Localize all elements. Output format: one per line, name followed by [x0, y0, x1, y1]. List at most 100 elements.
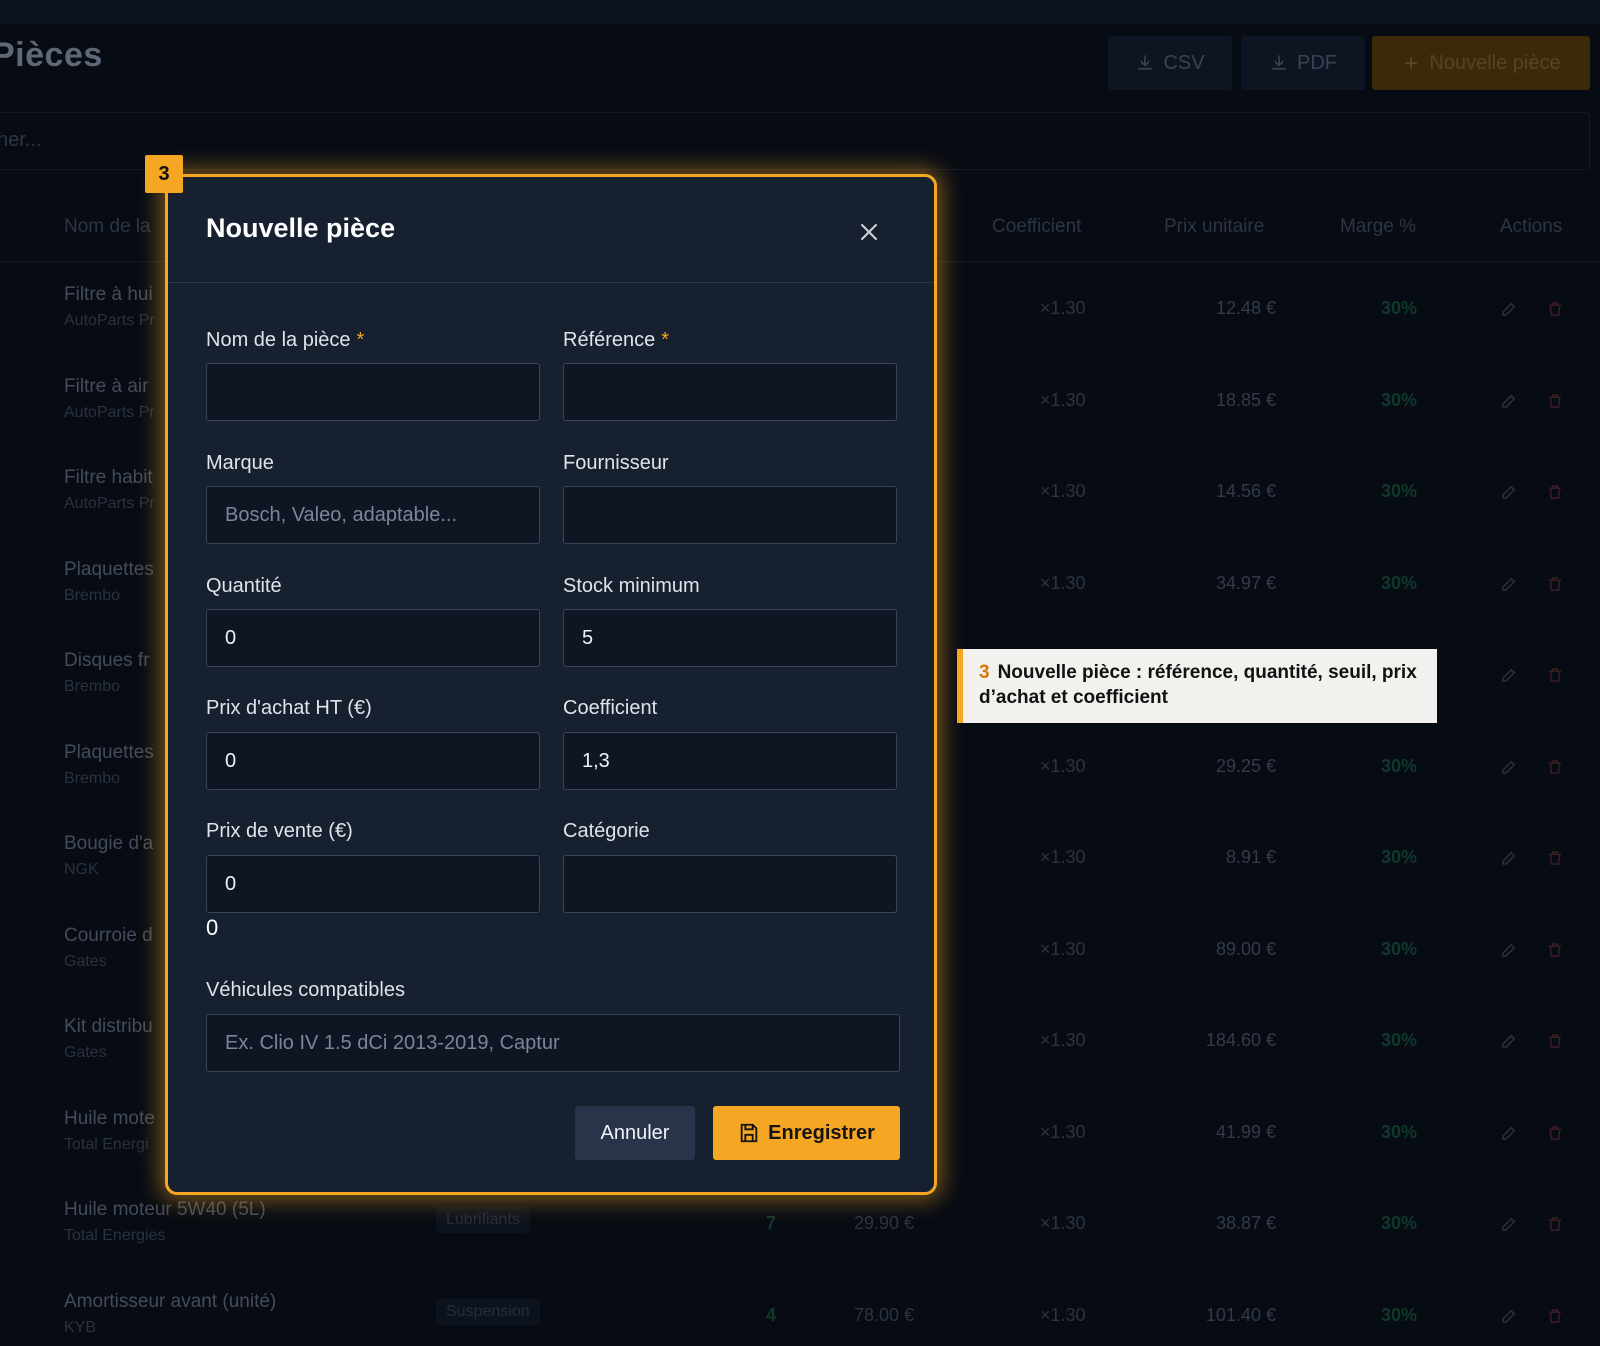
export-csv-button[interactable]: CSV [1108, 36, 1232, 90]
supplier-input[interactable] [563, 486, 897, 544]
export-pdf-button[interactable]: PDF [1241, 36, 1365, 90]
row-name: Plaquettes [64, 558, 154, 580]
modal-title: Nouvelle pièce [206, 213, 396, 243]
row-coefficient: ×1.30 [1040, 1121, 1086, 1142]
row-unit-price: 34.97 € [1215, 572, 1276, 593]
page-title: Pièces [0, 36, 103, 74]
stock-min-input[interactable] [563, 609, 897, 667]
row-unit-price: 18.85 € [1215, 389, 1276, 410]
edit-icon[interactable] [1500, 849, 1518, 867]
edit-icon[interactable] [1500, 575, 1518, 593]
trash-icon[interactable] [1546, 666, 1564, 684]
row-name: Bougie d'a [64, 833, 154, 854]
row-margin: 30% [1381, 755, 1418, 776]
edit-icon[interactable] [1500, 666, 1518, 684]
row-category: Suspension [436, 1298, 540, 1325]
new-part-button[interactable]: Nouvelle pièce [1372, 36, 1590, 90]
row-brand: Total Energi [64, 1135, 149, 1153]
export-pdf-label: PDF [1297, 51, 1337, 74]
coefficient-input[interactable] [563, 732, 897, 790]
edit-icon[interactable] [1500, 483, 1518, 501]
purchase-price-input[interactable] [206, 732, 540, 790]
callout-text: Nouvelle pièce : référence, quantité, se… [979, 662, 1417, 708]
row-name: Filtre habit [64, 467, 153, 488]
trash-icon[interactable] [1546, 392, 1564, 410]
row-coefficient: ×1.30 [1040, 481, 1086, 501]
coefficient-label: Coefficient [563, 697, 658, 719]
row-coefficient: ×1.30 [1040, 755, 1086, 776]
callout-step-number: 3 [979, 662, 990, 683]
sale-price-input[interactable] [206, 855, 540, 913]
row-margin: 30% [1381, 1121, 1418, 1142]
row-coefficient: ×1.30 [1040, 938, 1086, 959]
close-icon[interactable] [856, 219, 882, 245]
top-strip [0, 0, 1600, 24]
row-brand: Brembo [64, 769, 121, 787]
row-unit-price: 8.91 € [1225, 847, 1276, 867]
category-input[interactable] [563, 855, 897, 913]
row-brand: AutoParts Pr [64, 312, 155, 329]
vehicles-input[interactable] [206, 1014, 900, 1072]
name-label: Nom de la pièce * [206, 329, 365, 351]
name-input[interactable] [206, 363, 540, 421]
edit-icon[interactable] [1500, 392, 1518, 410]
row-unit-price: 41.99 € [1215, 1121, 1276, 1142]
trash-icon[interactable] [1546, 1032, 1564, 1050]
step-badge: 3 [145, 155, 183, 193]
row-name: Filtre à hui [64, 284, 153, 305]
reference-input[interactable] [563, 363, 897, 421]
row-margin: 30% [1381, 938, 1418, 959]
download-icon [1138, 55, 1153, 70]
edit-icon[interactable] [1500, 1032, 1518, 1050]
th-coefficient: Coefficient [992, 216, 1082, 237]
trash-icon[interactable] [1546, 1215, 1564, 1233]
save-button[interactable]: Enregistrer [713, 1106, 900, 1160]
row-category: Lubrifiants [436, 1207, 530, 1233]
stock-min-label: Stock minimum [563, 575, 700, 597]
trash-icon[interactable] [1546, 941, 1564, 959]
row-brand: Total Energies [64, 1227, 166, 1244]
row-coefficient: ×1.30 [1040, 847, 1086, 867]
edit-icon[interactable] [1500, 758, 1518, 776]
row-unit-price: 184.60 € [1205, 1030, 1276, 1050]
trash-icon[interactable] [1546, 1124, 1564, 1142]
cancel-button[interactable]: Annuler [575, 1106, 695, 1160]
row-brand: KYB [64, 1318, 97, 1336]
trash-icon[interactable] [1546, 849, 1564, 867]
trash-icon[interactable] [1546, 758, 1564, 776]
reference-label: Référence * [563, 329, 670, 351]
row-name: Plaquettes [64, 741, 154, 763]
row-unit-price: 12.48 € [1215, 298, 1276, 318]
trash-icon[interactable] [1546, 483, 1564, 501]
purchase-price-label: Prix d'achat HT (€) [206, 697, 372, 719]
row-unit-price: 29.25 € [1215, 755, 1276, 776]
row-coefficient: ×1.30 [1040, 389, 1086, 410]
row-name: Filtre à air [64, 375, 149, 397]
row-name: Disques fr [64, 650, 150, 671]
edit-icon[interactable] [1500, 1307, 1518, 1325]
trash-icon[interactable] [1546, 1307, 1564, 1325]
row-unit-price: 14.56 € [1215, 481, 1276, 501]
table-row: Amortisseur avant (unité) KYB Suspension 4 7… [0, 1269, 1600, 1346]
row-purchase-price: 78.00 € [854, 1304, 915, 1325]
edit-icon[interactable] [1500, 1215, 1518, 1233]
trash-icon[interactable] [1546, 300, 1564, 318]
row-unit-price: 89.00 € [1215, 938, 1276, 959]
brand-input[interactable] [206, 486, 540, 544]
row-margin: 30% [1381, 389, 1418, 410]
edit-icon[interactable] [1500, 1124, 1518, 1142]
row-brand: Gates [64, 1044, 107, 1061]
row-purchase-price: 29.90 € [854, 1213, 915, 1233]
trash-icon[interactable] [1546, 575, 1564, 593]
edit-icon[interactable] [1500, 941, 1518, 959]
category-label: Catégorie [563, 820, 650, 842]
row-name: Kit distribu [64, 1016, 153, 1037]
quantity-input[interactable] [206, 609, 540, 667]
row-coefficient: ×1.30 [1040, 1304, 1086, 1325]
row-brand: Gates [64, 952, 107, 970]
row-coefficient: ×1.30 [1040, 572, 1086, 593]
search-input[interactable]: her... [0, 112, 1590, 170]
row-name: Huile moteur 5W40 (5L) [64, 1199, 266, 1220]
row-brand: AutoParts Pr [64, 403, 155, 421]
edit-icon[interactable] [1500, 300, 1518, 318]
